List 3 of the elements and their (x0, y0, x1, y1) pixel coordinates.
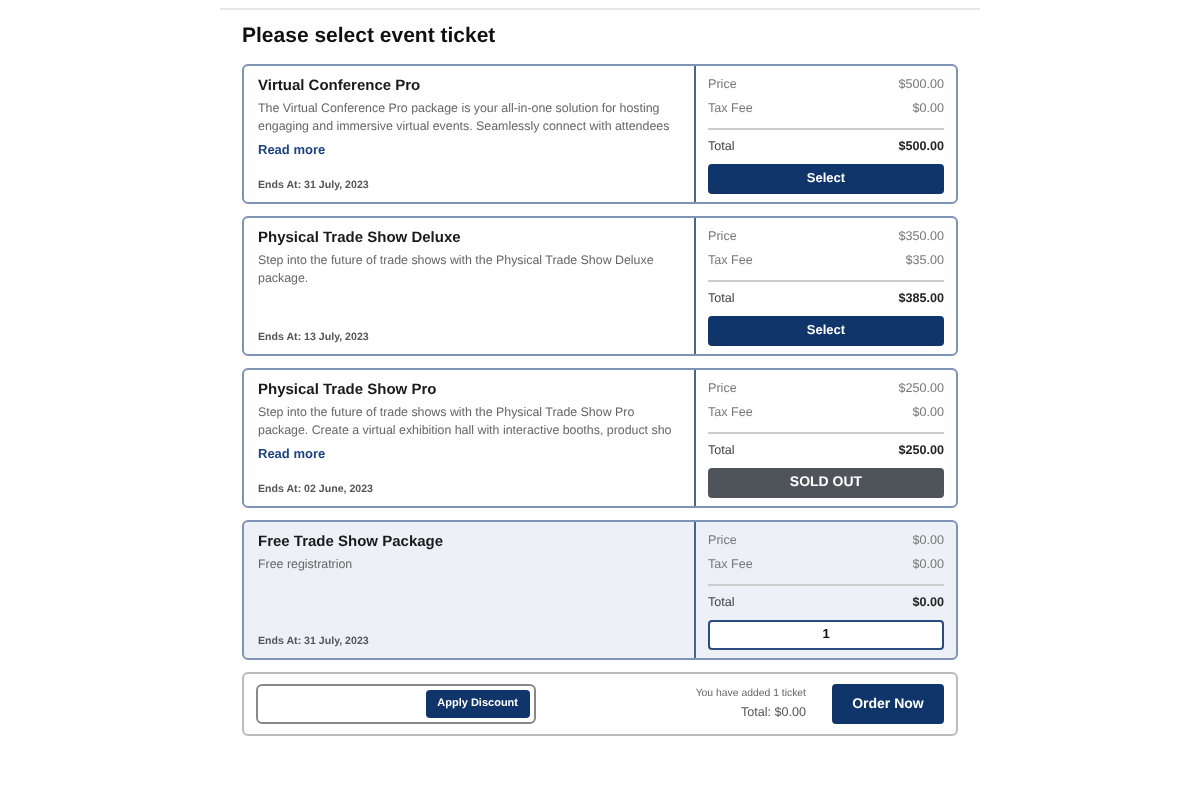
ticket-card[interactable] (242, 368, 958, 508)
page-heading: Please select event ticket (242, 24, 498, 48)
ticket-card[interactable] (242, 64, 958, 204)
